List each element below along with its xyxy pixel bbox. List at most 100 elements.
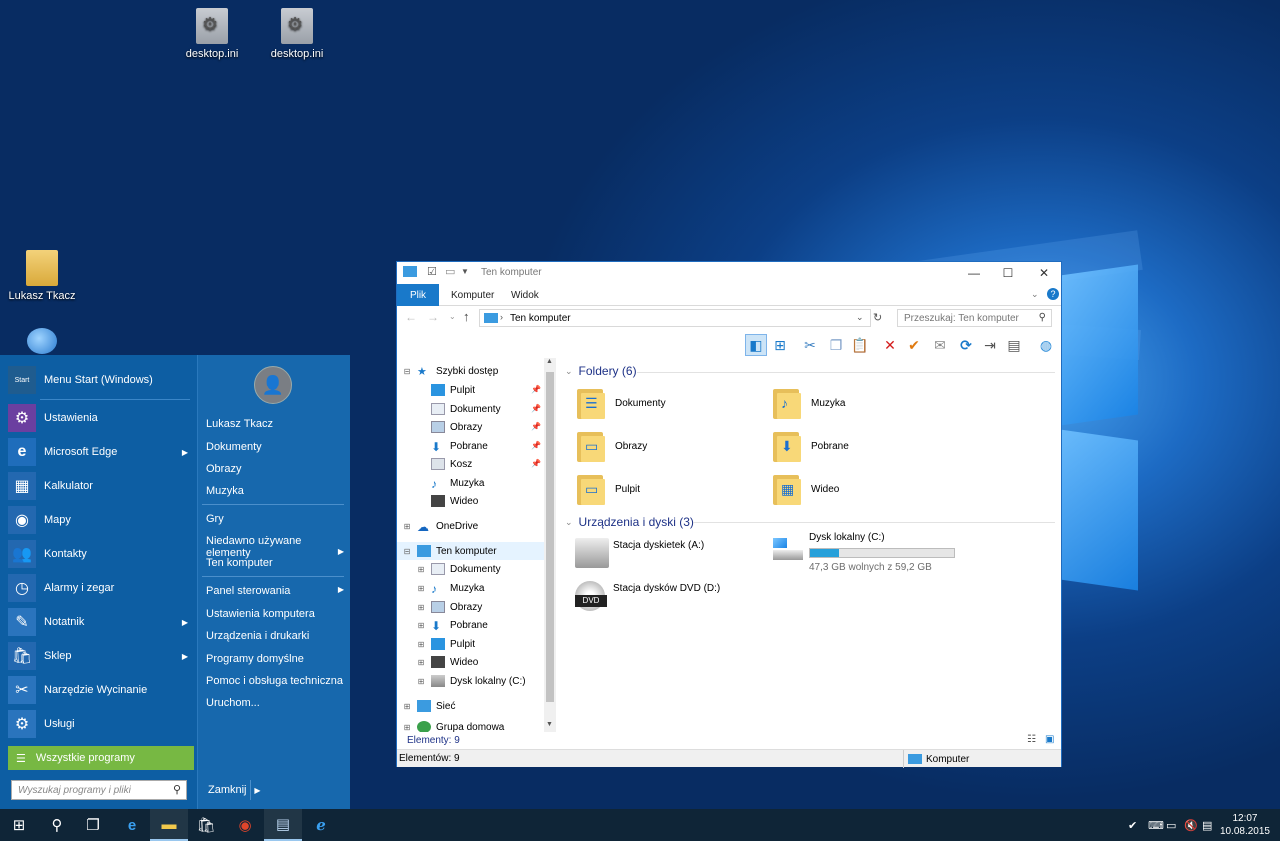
folder-pictures[interactable]: ▭ Obrazy <box>577 427 767 465</box>
program-contacts[interactable]: 👥 Kontakty <box>8 538 190 570</box>
delete-icon[interactable]: ✕ <box>879 334 901 356</box>
new-folder-icon[interactable]: ▭ <box>445 265 455 278</box>
folder-desktop[interactable]: ▭ Pulpit <box>577 470 767 508</box>
place-recent-items[interactable]: Niedawno używane elementy ▶ <box>206 535 346 559</box>
chrome-icon[interactable]: ◉ <box>226 809 264 841</box>
copy-icon[interactable]: ❐ <box>825 334 847 356</box>
expand-icon[interactable]: ⊞ <box>417 603 425 612</box>
breadcrumb-chevron-icon[interactable]: › <box>500 312 503 322</box>
tray-keyboard-icon[interactable]: ⌨ <box>1148 809 1164 841</box>
nav-quick-item[interactable]: ♪ Muzyka <box>431 474 484 492</box>
desktop-icon-desktop-ini[interactable]: desktop.ini <box>176 8 248 60</box>
collapse-chevron-icon[interactable]: ⌄ <box>565 366 573 377</box>
place-control-panel[interactable]: Panel sterowania ▶ <box>206 585 346 597</box>
properties-icon[interactable]: ☑ <box>427 265 437 278</box>
collapse-chevron-icon[interactable]: ⌄ <box>565 517 573 528</box>
program-search-input[interactable]: Wyszukaj programy i pliki ⚲ <box>11 780 187 800</box>
drive-local-c[interactable]: Dysk lokalny (C:) 47,3 GB wolnych z 59,2… <box>771 530 971 573</box>
store-icon[interactable]: 🛍 <box>187 809 225 841</box>
nav-onedrive[interactable]: ⊞ ☁ OneDrive <box>403 517 479 535</box>
search-icon[interactable]: ⚲ <box>38 809 76 841</box>
scroll-down-icon[interactable]: ▼ <box>546 721 553 728</box>
folder-music[interactable]: ♪ Muzyka <box>773 384 963 422</box>
program-notepad[interactable]: ✎ Notatnik ▶ <box>8 606 190 638</box>
nav-quick-item[interactable]: Kosz <box>431 455 472 473</box>
program-store[interactable]: 🛍 Sklep ▶ <box>8 640 190 672</box>
drive-floppy[interactable]: Stacja dyskietek (A:) <box>575 534 765 574</box>
user-avatar[interactable]: 👤 <box>254 366 292 404</box>
taskbar-clock[interactable]: 12:07 10.08.2015 <box>1220 812 1270 838</box>
properties-panel-icon[interactable]: ⇥ <box>979 334 1001 356</box>
expand-icon[interactable]: ⊞ <box>417 677 425 686</box>
details-view-icon[interactable]: ☷ <box>1027 734 1036 745</box>
nav-this-pc[interactable]: ⊟ Ten komputer <box>397 542 544 560</box>
nav-network[interactable]: ⊞ Sieć <box>403 697 455 715</box>
expand-icon[interactable]: ⊞ <box>403 723 411 732</box>
expand-icon[interactable]: ⊞ <box>417 621 425 630</box>
drive-dvd[interactable]: DVD Stacja dysków DVD (D:) <box>575 577 775 617</box>
nav-quick-item[interactable]: Dokumenty <box>431 400 501 418</box>
tiles-view-icon[interactable]: ▣ <box>1045 734 1054 745</box>
program-services[interactable]: ⚙ Usługi <box>8 708 190 740</box>
nav-quick-item[interactable]: ⬇ Pobrane <box>431 437 488 455</box>
place-help-support[interactable]: Pomoc i obsługa techniczna <box>206 675 346 687</box>
place-pc-settings[interactable]: Ustawienia komputera <box>206 608 346 620</box>
tab-computer[interactable]: Komputer <box>441 284 504 306</box>
sync-icon[interactable]: ⟳ <box>955 334 977 356</box>
nav-pc-item[interactable]: ⊞ Dysk lokalny (C:) <box>417 672 526 690</box>
up-arrow-icon[interactable]: ↑ <box>463 309 470 324</box>
details-list-icon[interactable]: ▤ <box>1003 334 1025 356</box>
folders-group-header[interactable]: ⌄ Foldery (6) <box>565 364 637 378</box>
place-music[interactable]: Muzyka <box>206 485 346 497</box>
nav-pc-item[interactable]: ⊞ Wideo <box>417 653 478 671</box>
program-edge[interactable]: e Microsoft Edge ▶ <box>8 436 190 468</box>
edge-icon[interactable]: e <box>113 809 151 841</box>
tab-file[interactable]: Plik <box>397 284 439 306</box>
program-settings[interactable]: ⚙ Ustawienia <box>8 402 190 434</box>
expand-icon[interactable]: ⊞ <box>403 522 411 531</box>
maximize-button[interactable]: ☐ <box>991 262 1025 284</box>
desktop-icon-desktop-ini[interactable]: desktop.ini <box>261 8 333 60</box>
program-snipping-tool[interactable]: ✂ Narzędzie Wycinanie <box>8 674 190 706</box>
expand-icon[interactable]: ⊞ <box>403 702 411 711</box>
navigation-scrollbar[interactable]: ▲ ▼ <box>544 358 556 732</box>
minimize-button[interactable]: — <box>957 262 991 284</box>
nav-pc-item[interactable]: ⊞ Pulpit <box>417 635 475 653</box>
large-icons-view-icon[interactable]: ⊞ <box>769 334 791 356</box>
refresh-icon[interactable]: ↻ <box>873 311 882 324</box>
email-icon[interactable]: ✉ <box>929 334 951 356</box>
scroll-up-icon[interactable]: ▲ <box>546 358 553 365</box>
rename-check-icon[interactable]: ✔ <box>903 334 925 356</box>
folder-downloads[interactable]: ⬇ Pobrane <box>773 427 963 465</box>
address-dropdown-icon[interactable]: ⌄ <box>856 312 864 323</box>
quick-access-toolbar-dropdown[interactable]: ▼ <box>461 267 469 276</box>
nav-quick-item[interactable]: Wideo <box>431 492 478 510</box>
nav-homegroup[interactable]: ⊞ Grupa domowa <box>403 718 504 732</box>
file-explorer-icon[interactable]: ▬ <box>150 809 188 841</box>
place-documents[interactable]: Dokumenty <box>206 441 346 453</box>
program-calculator[interactable]: ▦ Kalkulator <box>8 470 190 502</box>
nav-pc-item[interactable]: ⊞ Dokumenty <box>417 560 501 578</box>
recent-locations-icon[interactable]: ⌄ <box>449 312 456 321</box>
devices-group-header[interactable]: ⌄ Urządzenia i dyski (3) <box>565 515 694 529</box>
collapse-icon[interactable]: ⊟ <box>403 547 411 556</box>
expand-icon[interactable]: ⊞ <box>417 658 425 667</box>
expand-icon[interactable]: ⊞ <box>417 640 425 649</box>
nav-quick-access[interactable]: ⊟ ★ Szybki dostęp <box>403 362 499 380</box>
folder-videos[interactable]: ▦ Wideo <box>773 470 963 508</box>
internet-explorer-icon[interactable]: ℯ <box>302 809 340 841</box>
all-programs-button[interactable]: ☰ Wszystkie programy <box>8 746 194 770</box>
globe-icon[interactable]: ◍ <box>1035 334 1057 356</box>
back-arrow-icon[interactable]: ← <box>405 310 417 324</box>
folder-documents[interactable]: ☰ Dokumenty <box>577 384 767 422</box>
cut-icon[interactable]: ✂ <box>799 334 821 356</box>
control-panel-icon[interactable]: ▤ <box>264 809 302 841</box>
tray-security-icon[interactable]: ✔ <box>1128 809 1137 841</box>
scrollbar-thumb[interactable] <box>546 372 554 702</box>
address-bar[interactable]: › Ten komputer ⌄ <box>479 309 871 327</box>
forward-arrow-icon[interactable]: → <box>427 310 439 324</box>
expand-icon[interactable]: ⊞ <box>417 584 425 593</box>
nav-pc-item[interactable]: ⊞ Obrazy <box>417 598 482 616</box>
details-pane-icon[interactable]: ◧ <box>745 334 767 356</box>
expand-icon[interactable]: ⊞ <box>417 565 425 574</box>
